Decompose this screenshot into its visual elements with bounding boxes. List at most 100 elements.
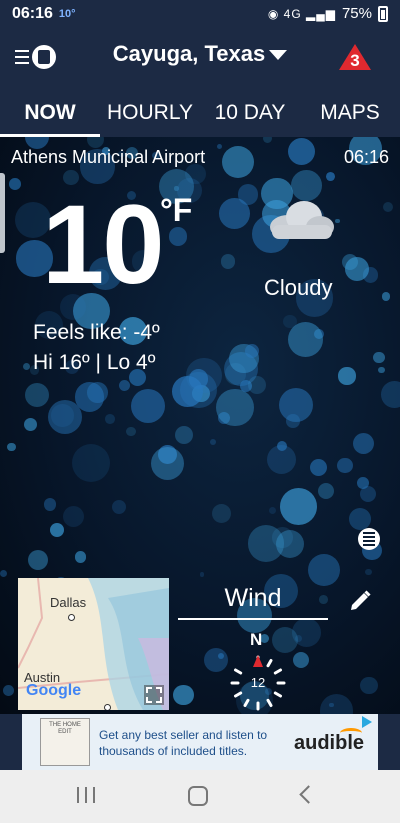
bokeh-dot [28,549,49,570]
bokeh-dot [317,483,334,500]
pencil-icon[interactable] [348,589,372,613]
map-city-dallas: Dallas [50,595,87,610]
network-icons: ◉ 4G ▂▄▆ [267,6,336,21]
bokeh-dot [50,523,65,538]
bokeh-dot [172,684,194,706]
observation-time: 06:16 [343,147,389,167]
feels-like: Feels like: -4º [33,321,160,344]
bokeh-dot [51,404,74,427]
bokeh-dot [150,447,185,481]
ad-banner[interactable]: THE HOME EDIT Get any best seller and li… [22,714,378,770]
station-name: Athens Municipal Airport [11,147,206,167]
tab-10-day[interactable]: 10 DAY [200,87,300,137]
bokeh-dot [105,414,116,424]
tab-bar: NOW HOURLY 10 DAY MAPS [0,87,400,137]
bokeh-dot [0,569,8,578]
bokeh-dot [290,169,322,201]
bokeh-dot [74,551,87,563]
bokeh-dot [247,375,266,394]
bokeh-dot [292,651,309,668]
caret-down-icon [269,50,288,61]
bokeh-dot [43,498,57,511]
bokeh-dot [186,357,222,394]
bokeh-dot [175,426,194,445]
home-icon[interactable] [188,786,208,806]
status-right: ◉ 4G ▂▄▆ 75% [268,5,388,22]
bokeh-dot [338,367,356,385]
bokeh-dot [118,379,130,391]
battery-icon [378,5,388,22]
hi-lo: Hi 16º | Lo 4º [33,351,156,374]
bokeh-dot [319,694,354,714]
bokeh-dot [23,417,38,432]
recent-apps-icon[interactable] [77,787,95,805]
bokeh-dot [309,459,327,477]
alerts-button[interactable]: 3 [338,43,372,71]
ad-text: Get any best seller and listen to thousa… [99,728,268,759]
ad-choices-icon[interactable] [362,716,372,728]
bokeh-dot [380,380,400,408]
audible-arc-icon [340,728,362,738]
bokeh-dot [308,554,340,586]
tab-maps[interactable]: MAPS [300,87,400,137]
current-conditions-panel: Athens Municipal Airport 06:16 10 °F Clo… [0,137,400,714]
bokeh-dot [24,383,49,408]
bokeh-dot [237,184,259,205]
bokeh-dot [381,292,391,301]
google-logo: Google [26,682,82,699]
status-time: 06:16 [12,4,53,22]
bokeh-dot [130,389,165,424]
bokeh-dot [3,685,15,697]
bokeh-dot [341,253,358,271]
bokeh-dot [353,433,375,455]
cloud-icon [270,201,334,239]
radar-map-thumbnail[interactable]: Dallas Austin Google [18,578,169,710]
side-drawer-handle[interactable] [0,173,5,253]
wind-speed: 12 [250,675,266,690]
bokeh-dot [217,144,223,150]
bokeh-dot [360,676,378,694]
bokeh-dot [210,438,216,445]
tab-now[interactable]: NOW [0,87,100,137]
bokeh-dot [111,500,126,515]
current-temperature: 10 [42,182,165,307]
map-city-dot [104,704,111,710]
bokeh-dot [280,487,318,525]
bokeh-dot [168,227,188,246]
ad-bar: THE HOME EDIT Get any best seller and li… [0,714,400,770]
wind-divider [178,618,328,620]
bokeh-dot [212,503,232,523]
bokeh-dot [275,529,305,559]
bokeh-dot [199,572,205,577]
temperature-unit: °F [160,192,193,228]
system-nav-bar [0,770,400,823]
bokeh-dot [365,568,373,576]
bokeh-dot [7,442,16,451]
bokeh-dot [325,172,335,182]
ad-book-cover: THE HOME EDIT [40,718,90,766]
list-view-button[interactable] [358,528,380,550]
bokeh-dot [216,388,254,427]
bokeh-dot [71,444,110,483]
bokeh-dot [62,505,85,528]
bokeh-dot [360,486,377,503]
wind-title: Wind [224,584,282,612]
bokeh-dot [220,254,235,269]
bokeh-dot [373,351,386,364]
map-city-dot [68,614,75,621]
tab-hourly[interactable]: HOURLY [100,87,200,137]
bokeh-dot [348,507,371,530]
bokeh-dot [378,366,385,374]
back-icon[interactable] [299,785,318,804]
condition-text: Cloudy [264,275,333,300]
wind-compass: 12 [228,653,288,713]
bokeh-dot [126,426,136,437]
alert-count: 3 [350,51,360,70]
bokeh-dot [203,647,229,672]
bokeh-dot [337,457,353,474]
bokeh-dot [272,627,299,654]
bokeh-dot [268,506,276,514]
app-header: Cayuga, Texas 3 [0,27,400,87]
bokeh-dot [382,201,393,212]
expand-icon[interactable] [144,685,164,705]
